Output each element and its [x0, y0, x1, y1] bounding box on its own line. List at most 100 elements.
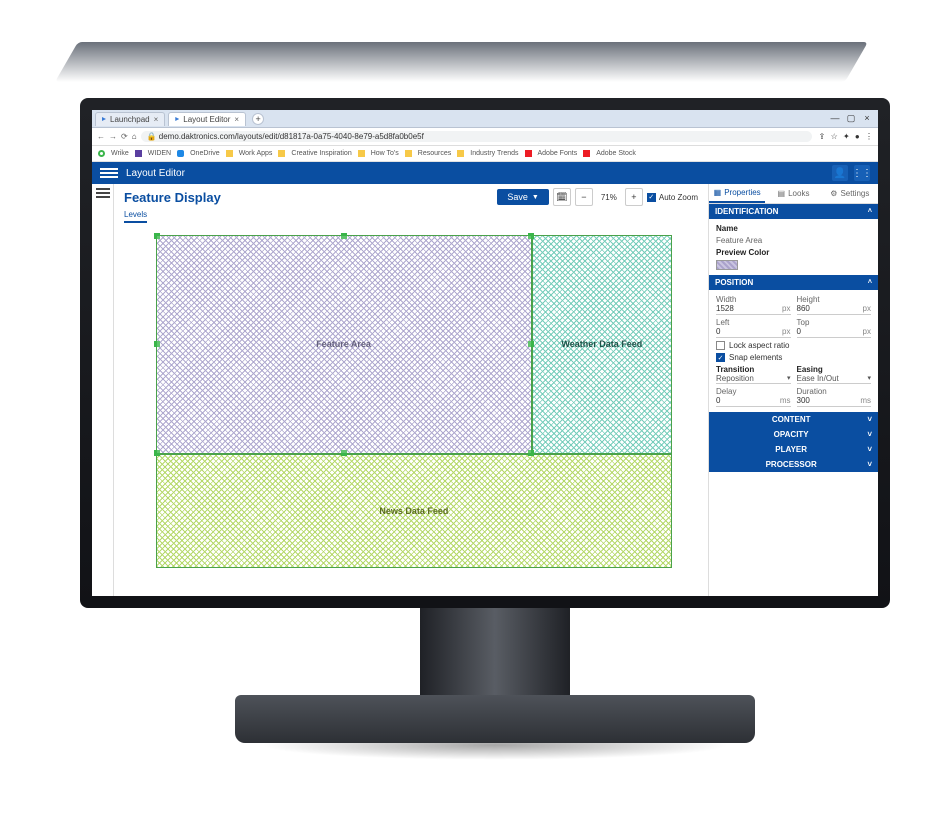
save-label: Save	[507, 192, 528, 202]
home-icon[interactable]: ⌂	[132, 132, 137, 141]
resize-handle[interactable]	[528, 233, 534, 239]
app-header: Layout Editor 👤 ⋮⋮	[92, 162, 878, 184]
resize-handle[interactable]	[154, 450, 160, 456]
bookmark-workapps[interactable]: Work Apps	[239, 150, 273, 157]
bookmark-howtos[interactable]: How To's	[371, 150, 399, 157]
zoom-in-button[interactable]: +	[625, 188, 643, 206]
auto-zoom-toggle[interactable]: ✓ Auto Zoom	[647, 193, 698, 202]
menu-icon[interactable]: ⋮	[865, 132, 873, 141]
top-input[interactable]: 0 px	[797, 327, 872, 338]
bookmark-creative[interactable]: Creative Inspiration	[291, 150, 351, 157]
section-player-header[interactable]: PLAYER ˅	[709, 442, 878, 457]
preview-color-swatch[interactable]	[716, 260, 738, 270]
forward-icon[interactable]: →	[109, 132, 117, 141]
duration-input[interactable]: 300 ms	[797, 396, 872, 407]
section-title: IDENTIFICATION	[715, 207, 778, 216]
section-processor-header[interactable]: PROCESSOR ˅	[709, 457, 878, 472]
minimize-icon[interactable]: —	[828, 113, 842, 124]
close-icon[interactable]: ×	[154, 115, 159, 124]
back-icon[interactable]: ←	[97, 132, 105, 141]
bookmark-adobefonts[interactable]: Adobe Fonts	[538, 150, 578, 157]
subtab-levels[interactable]: Levels	[124, 210, 147, 223]
checkbox-label: Snap elements	[729, 353, 782, 362]
bookmark-resources[interactable]: Resources	[418, 150, 451, 157]
preview-color-label: Preview Color	[716, 248, 871, 257]
section-title: OPACITY	[774, 430, 809, 439]
editor-subtabs: Levels	[114, 210, 708, 222]
tab-looks[interactable]: ▤ Looks	[765, 184, 821, 203]
share-icon[interactable]: ⇪	[819, 132, 826, 141]
bookmark-widen[interactable]: WIDEN	[148, 150, 171, 157]
resize-handle[interactable]	[341, 450, 347, 456]
main-area: Feature Display Save ▼ 🗓 − 71% + ✓ Auto …	[92, 184, 878, 596]
transition-select[interactable]: Reposition▾	[716, 374, 791, 384]
section-position-body: Width 1528 px Height 860 px	[709, 290, 878, 412]
left-input[interactable]: 0 px	[716, 327, 791, 338]
layout-canvas[interactable]: News Data Feed Weather Data Feed Feature…	[124, 228, 698, 586]
resize-handle[interactable]	[528, 341, 534, 347]
region-feature[interactable]: Feature Area	[156, 235, 532, 453]
easing-select[interactable]: Ease In/Out▾	[797, 374, 872, 384]
lock-aspect-checkbox[interactable]: Lock aspect ratio	[716, 341, 871, 350]
snap-elements-checkbox[interactable]: ✓ Snap elements	[716, 353, 871, 362]
tab-settings[interactable]: ⚙ Settings	[822, 184, 878, 203]
bookmark-adobestock[interactable]: Adobe Stock	[596, 150, 636, 157]
region-label: News Data Feed	[379, 506, 448, 516]
chevron-down-icon: ˅	[867, 445, 872, 454]
height-input[interactable]: 860 px	[797, 304, 872, 315]
tab-label: Settings	[840, 189, 869, 198]
transition-label: Transition	[716, 365, 791, 374]
profile-icon[interactable]: ●	[855, 132, 860, 141]
bookmark-onedrive[interactable]: OneDrive	[190, 150, 220, 157]
section-position-header[interactable]: POSITION ˄	[709, 275, 878, 290]
browser-tab-launchpad[interactable]: Launchpad ×	[95, 112, 165, 126]
calendar-icon[interactable]: 🗓	[553, 188, 571, 206]
chevron-down-icon: ▼	[532, 194, 539, 201]
hamburger-icon[interactable]	[100, 165, 118, 181]
region-news[interactable]: News Data Feed	[156, 454, 673, 569]
resize-handle[interactable]	[154, 341, 160, 347]
maximize-icon[interactable]: ▢	[844, 113, 858, 124]
reload-icon[interactable]: ⟳	[121, 132, 128, 141]
user-icon[interactable]: 👤	[832, 165, 848, 181]
tab-properties[interactable]: ▦ Properties	[709, 184, 765, 203]
save-button[interactable]: Save ▼	[497, 189, 548, 205]
zoom-out-button[interactable]: −	[575, 188, 593, 206]
region-weather[interactable]: Weather Data Feed	[532, 235, 673, 453]
width-input[interactable]: 1528 px	[716, 304, 791, 315]
checkbox-label: Lock aspect ratio	[729, 341, 789, 350]
region-label: Weather Data Feed	[561, 339, 642, 349]
close-icon[interactable]: ×	[234, 115, 239, 124]
left-label: Left	[716, 318, 791, 327]
editor-toolbar: Feature Display Save ▼ 🗓 − 71% + ✓ Auto …	[114, 184, 708, 210]
new-tab-button[interactable]: +	[252, 113, 264, 125]
tab-label: Looks	[788, 189, 809, 198]
bookmark-icon	[98, 150, 105, 157]
list-icon[interactable]	[96, 188, 110, 200]
bookmark-wrike[interactable]: Wrike	[111, 150, 129, 157]
extensions-icon[interactable]: ✦	[843, 132, 850, 141]
section-content-header[interactable]: CONTENT ˅	[709, 412, 878, 427]
resize-handle[interactable]	[528, 450, 534, 456]
bookmark-icon	[177, 150, 184, 157]
close-window-icon[interactable]: ×	[860, 113, 874, 124]
top-label: Top	[797, 318, 872, 327]
section-opacity-header[interactable]: OPACITY ˅	[709, 427, 878, 442]
region-label: Feature Area	[316, 339, 371, 349]
delay-input[interactable]: 0 ms	[716, 396, 791, 407]
address-bar[interactable]: 🔒 demo.daktronics.com/layouts/edit/d8181…	[141, 131, 812, 142]
monitor-bezel: Launchpad × Layout Editor × + — ▢ × ← → …	[80, 98, 890, 608]
folder-icon	[226, 150, 233, 157]
bookmark-trends[interactable]: Industry Trends	[470, 150, 518, 157]
section-identification-header[interactable]: IDENTIFICATION ˄	[709, 204, 878, 219]
name-value[interactable]: Feature Area	[716, 236, 871, 245]
star-icon[interactable]: ☆	[831, 132, 838, 141]
chevron-down-icon: ˅	[867, 430, 872, 439]
browser-toolbar: ← → ⟳ ⌂ 🔒 demo.daktronics.com/layouts/ed…	[92, 128, 878, 146]
apps-icon[interactable]: ⋮⋮	[854, 165, 870, 181]
resize-handle[interactable]	[154, 233, 160, 239]
name-label: Name	[716, 224, 871, 233]
resize-handle[interactable]	[341, 233, 347, 239]
browser-tab-layout-editor[interactable]: Layout Editor ×	[168, 112, 246, 126]
checkbox-icon	[716, 341, 725, 350]
